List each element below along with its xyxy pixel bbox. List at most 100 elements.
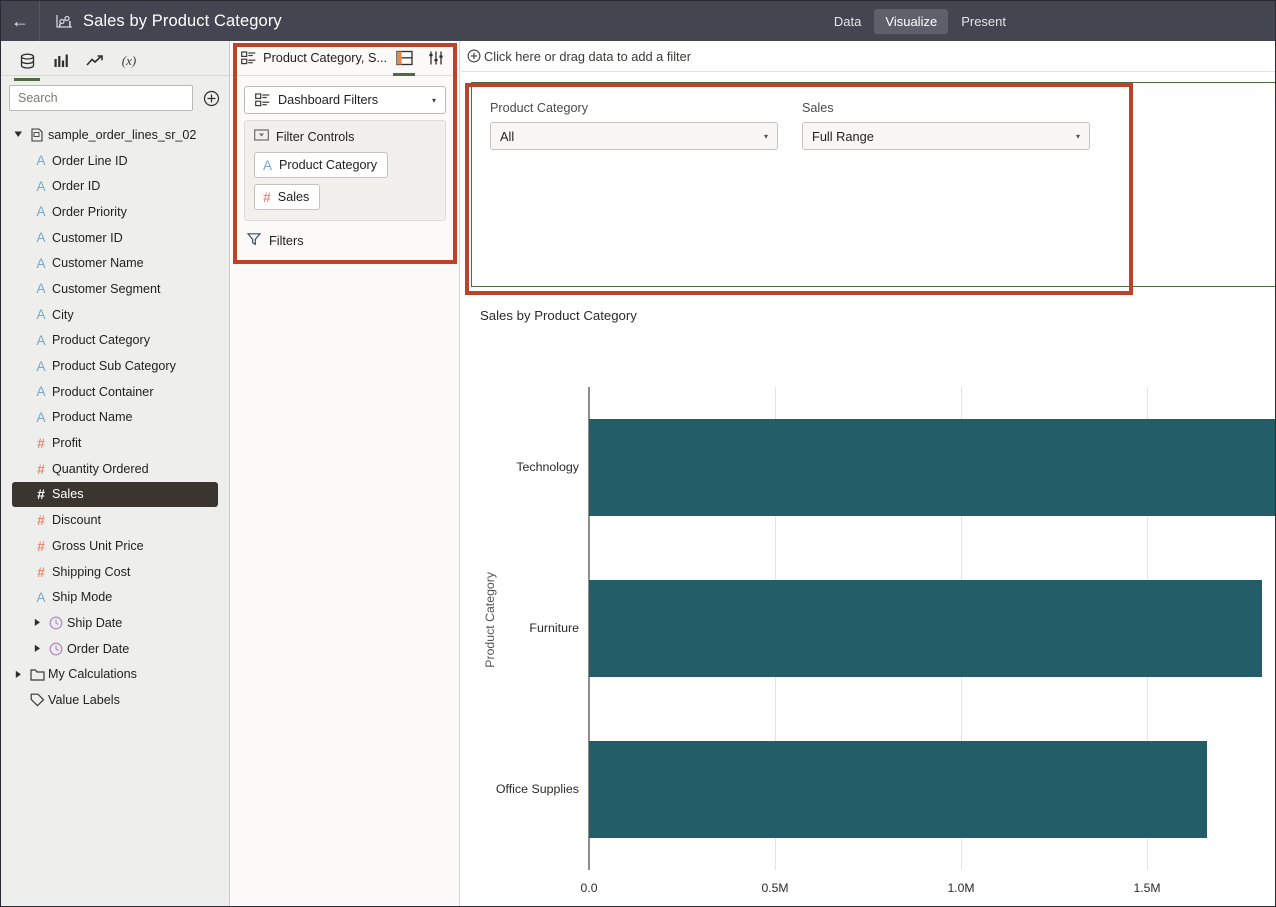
tree-item[interactable]: A Order ID bbox=[1, 173, 229, 199]
attribute-icon: A bbox=[36, 409, 46, 425]
attribute-icon: A bbox=[36, 255, 46, 271]
chip-sales[interactable]: # Sales bbox=[254, 184, 321, 210]
dashboard-filters-select[interactable]: Dashboard Filters ▾ bbox=[244, 86, 446, 114]
tree-item-label: Product Container bbox=[52, 384, 154, 399]
analytics-tab[interactable] bbox=[78, 47, 112, 75]
tree-item[interactable]: sample_order_lines_sr_02 bbox=[1, 122, 229, 148]
tree-item[interactable]: A Customer Name bbox=[1, 250, 229, 276]
measure-icon: # bbox=[37, 486, 45, 503]
filter-product-category: Product Category All ▾ bbox=[490, 101, 778, 150]
chevron-right-icon[interactable] bbox=[30, 644, 45, 653]
tree-item[interactable]: # Sales bbox=[12, 481, 218, 508]
bar-furniture[interactable] bbox=[589, 580, 1263, 677]
tree-item[interactable]: A Product Sub Category bbox=[1, 353, 229, 379]
tree-item[interactable]: A Customer ID bbox=[1, 225, 229, 251]
add-circle-icon[interactable] bbox=[201, 88, 221, 108]
tree-item[interactable]: Ship Date bbox=[1, 610, 229, 636]
x-axis-tick-label: 1.5M bbox=[1133, 881, 1161, 895]
mode-switcher: Data Visualize Present bbox=[823, 8, 1017, 34]
attribute-icon: A bbox=[36, 384, 46, 400]
tree-item-label: Value Labels bbox=[48, 692, 120, 707]
back-arrow-icon[interactable]: ← bbox=[1, 1, 40, 41]
tree-item[interactable]: Order Date bbox=[1, 636, 229, 662]
mode-present[interactable]: Present bbox=[950, 9, 1017, 34]
measure-icon: # bbox=[263, 189, 271, 205]
sales-filter-select[interactable]: Full Range ▾ bbox=[802, 122, 1090, 150]
tree-item-label: Product Category bbox=[52, 333, 151, 348]
filter-value: Full Range bbox=[812, 128, 874, 144]
filter-builder-panel: Product Category, S... Dashboard Filters… bbox=[231, 41, 460, 906]
tree-item-label: Quantity Ordered bbox=[52, 461, 149, 476]
bar-office-supplies[interactable] bbox=[589, 741, 1207, 838]
attribute-icon: A bbox=[36, 281, 46, 297]
chevron-right-icon[interactable] bbox=[11, 670, 26, 679]
x-axis-tick-label: 0.5M bbox=[761, 881, 789, 895]
chip-label: Sales bbox=[277, 190, 310, 204]
chevron-right-icon[interactable] bbox=[30, 618, 45, 627]
tree-item[interactable]: # Discount bbox=[1, 507, 229, 533]
bar-technology[interactable] bbox=[589, 419, 1275, 516]
tree-item[interactable]: A Order Line ID bbox=[1, 148, 229, 174]
tree-item[interactable]: A Ship Mode bbox=[1, 584, 229, 610]
scatter-chart-icon bbox=[54, 11, 74, 31]
tree-item[interactable]: # Profit bbox=[1, 430, 229, 456]
analytics-workbook-window: ← Sales by Product Category Data Visuali… bbox=[0, 0, 1276, 907]
folder-icon bbox=[26, 668, 48, 681]
search-input[interactable] bbox=[9, 85, 193, 111]
product-category-filter-select[interactable]: All ▾ bbox=[490, 122, 778, 150]
visualizations-tab[interactable] bbox=[44, 47, 78, 75]
mode-data[interactable]: Data bbox=[823, 9, 872, 34]
attribute-icon: A bbox=[36, 230, 46, 246]
filters-row[interactable]: Filters bbox=[244, 221, 446, 249]
filter-controls-icon bbox=[254, 129, 269, 145]
measure-icon: # bbox=[37, 512, 45, 529]
attribute-icon: A bbox=[36, 178, 46, 194]
x-axis-tick-label: 1.0M bbox=[947, 881, 975, 895]
tree-item-label: Sales bbox=[52, 487, 84, 502]
data-search-row bbox=[1, 76, 229, 120]
tree-item[interactable]: A Customer Segment bbox=[1, 276, 229, 302]
plot-area: 0.0 0.5M 1.0M 1.5M Technology Furniture Office… bbox=[496, 387, 1275, 895]
tree-item[interactable]: A Product Container bbox=[1, 379, 229, 405]
measure-icon: # bbox=[37, 563, 45, 580]
data-tab[interactable] bbox=[10, 47, 44, 81]
layout-panel-icon[interactable] bbox=[389, 43, 419, 76]
filter-builder-tabs: Product Category, S... bbox=[231, 41, 459, 76]
filter-sales: Sales Full Range ▾ bbox=[802, 101, 1090, 150]
calculations-tab[interactable]: (x) bbox=[112, 47, 146, 75]
tree-item[interactable]: A Product Name bbox=[1, 405, 229, 431]
attribute-icon: A bbox=[36, 153, 46, 169]
filter-label: Product Category bbox=[490, 101, 589, 115]
tree-item[interactable]: A City bbox=[1, 302, 229, 328]
dashboard-filters-icon bbox=[254, 92, 270, 108]
chevron-down-icon: ▾ bbox=[763, 131, 768, 141]
data-tree: sample_order_lines_sr_02 A Order Line ID A O… bbox=[1, 120, 229, 906]
attribute-icon: A bbox=[36, 358, 46, 374]
tree-item[interactable]: # Gross Unit Price bbox=[1, 533, 229, 559]
tree-item[interactable]: Value Labels bbox=[1, 687, 229, 713]
tree-item[interactable]: My Calculations bbox=[1, 661, 229, 687]
tree-item[interactable]: A Product Category bbox=[1, 328, 229, 354]
tab-product-category-sales[interactable]: Product Category, S... bbox=[241, 50, 387, 66]
chevron-down-icon[interactable] bbox=[11, 130, 26, 139]
add-filter-bar[interactable]: Click here or drag data to add a filter bbox=[461, 41, 1275, 72]
tree-item[interactable]: A Order Priority bbox=[1, 199, 229, 225]
mode-visualize[interactable]: Visualize bbox=[874, 8, 949, 34]
y-axis-tick-label: Furniture bbox=[529, 620, 579, 635]
tree-item-label: sample_order_lines_sr_02 bbox=[48, 127, 197, 142]
attribute-icon: A bbox=[263, 157, 273, 173]
data-panel-tabs: (x) bbox=[1, 41, 229, 81]
page-title: Sales by Product Category bbox=[83, 11, 282, 30]
tree-item-label: Ship Date bbox=[67, 615, 123, 630]
tree-item[interactable]: # Quantity Ordered bbox=[1, 456, 229, 482]
chart-title: Sales by Product Category bbox=[480, 308, 637, 323]
tree-item-label: Customer Name bbox=[52, 256, 144, 271]
filter-controls-group: Filter Controls A Product Category # Sal… bbox=[244, 120, 446, 221]
dashboard-filters-icon bbox=[241, 50, 256, 66]
tree-item-label: Shipping Cost bbox=[52, 564, 131, 579]
tree-item[interactable]: # Shipping Cost bbox=[1, 559, 229, 585]
clock-icon bbox=[45, 616, 67, 630]
tree-item-label: Customer Segment bbox=[52, 281, 161, 296]
sliders-icon[interactable] bbox=[421, 43, 451, 73]
chip-product-category[interactable]: A Product Category bbox=[254, 152, 389, 178]
